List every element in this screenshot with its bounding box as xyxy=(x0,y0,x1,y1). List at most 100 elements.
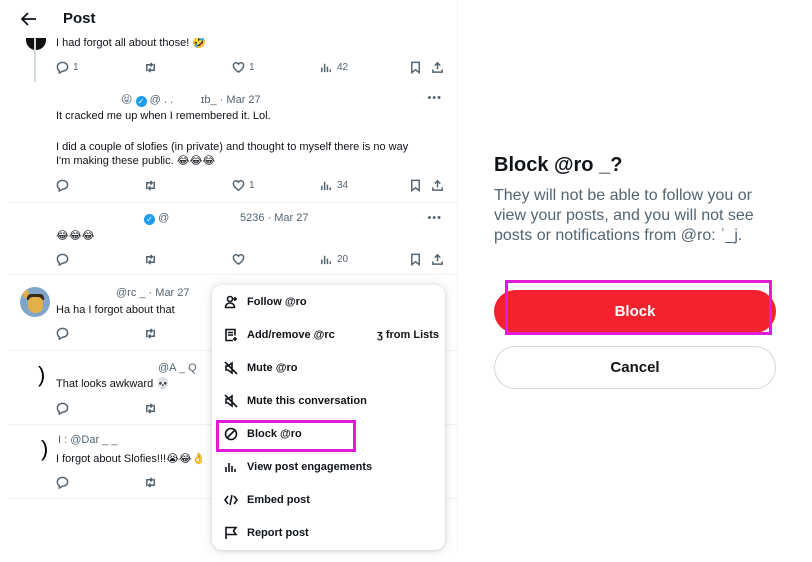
repost-button[interactable] xyxy=(144,179,157,192)
repost-button[interactable] xyxy=(144,327,157,340)
verified-badge-icon: ✓ xyxy=(144,214,155,225)
repost-icon xyxy=(146,328,155,339)
menu-item-mute-user[interactable]: Mute @ro xyxy=(212,351,445,384)
reply-icon xyxy=(56,179,69,192)
tweet-meta-date: 5236 · Mar 27 xyxy=(240,212,309,224)
repost-icon xyxy=(146,62,155,73)
repost-button[interactable] xyxy=(144,253,157,266)
emoji: 😝 xyxy=(121,93,133,106)
avatar[interactable] xyxy=(20,287,50,317)
verified-badge-icon: ✓ xyxy=(135,96,147,107)
post-options-menu: Follow @ro Add/remove @rc ʒ from Lists M… xyxy=(212,285,445,550)
views-icon xyxy=(321,181,331,191)
share-icon xyxy=(432,253,443,265)
tweet-text: 😂😂😂 xyxy=(56,229,95,242)
dialog-title: Block @ro _? xyxy=(494,154,623,176)
share-button[interactable] xyxy=(431,179,444,192)
repost-button[interactable] xyxy=(144,476,157,489)
tweet-meta: @rc _ · Mar 27 xyxy=(116,287,190,299)
reply-button[interactable] xyxy=(56,253,69,266)
share-button[interactable] xyxy=(431,61,444,74)
tweet-text: I forgot about Slofies!!!😭😂👌 xyxy=(56,453,206,465)
back-arrow-icon[interactable] xyxy=(20,11,38,27)
views-icon xyxy=(321,63,331,73)
menu-item-view-engagements[interactable]: View post engagements xyxy=(212,450,445,483)
menu-item-block[interactable]: Block @ro xyxy=(212,417,445,450)
tweet-text: Ha ha I forgot about that xyxy=(56,304,175,316)
block-icon xyxy=(224,427,238,440)
share-icon xyxy=(432,61,443,73)
tweet-text: It cracked me up when I remembered it. L… xyxy=(56,110,271,122)
bookmark-button[interactable] xyxy=(409,61,422,74)
reply-icon xyxy=(56,61,69,74)
views-button[interactable]: 34 xyxy=(320,179,348,192)
list-add-icon xyxy=(225,328,237,341)
follow-icon xyxy=(224,295,237,308)
repost-icon xyxy=(146,180,155,191)
reply-icon xyxy=(56,402,69,415)
like-button[interactable]: 1 xyxy=(232,61,255,74)
more-options-icon[interactable]: ••• xyxy=(427,92,442,104)
block-button[interactable]: Block xyxy=(494,290,776,333)
divider xyxy=(8,274,457,275)
mute-icon xyxy=(224,360,238,375)
tweet-actions: 1 1 42 xyxy=(56,61,446,75)
heart-icon xyxy=(232,180,245,192)
menu-item-embed[interactable]: Embed post xyxy=(212,483,445,516)
tweet-actions: 20 xyxy=(56,253,446,267)
flag-icon xyxy=(225,526,238,539)
tweet-text: I'm making these public. 😂😂😂 xyxy=(56,155,216,167)
bookmark-icon xyxy=(411,253,420,266)
tweet-meta: 😝 ✓ @ . . ɪb_ · Mar 27 xyxy=(121,93,261,107)
menu-item-report[interactable]: Report post xyxy=(212,516,445,549)
tweet-text: I did a couple of slofies (in private) a… xyxy=(56,141,409,153)
reply-button[interactable] xyxy=(56,179,69,192)
reply-icon xyxy=(56,327,69,340)
menu-item-follow[interactable]: Follow @ro xyxy=(212,285,445,318)
avatar[interactable]: ) xyxy=(38,362,45,388)
reply-button[interactable] xyxy=(56,402,69,415)
cancel-button[interactable]: Cancel xyxy=(494,346,776,389)
like-button[interactable]: 1 xyxy=(232,179,255,192)
repost-icon xyxy=(146,254,155,265)
reply-button[interactable]: 1 xyxy=(56,61,79,74)
bookmark-button[interactable] xyxy=(409,253,422,266)
repost-button[interactable] xyxy=(144,402,157,415)
avatar[interactable]: ) xyxy=(41,436,48,462)
views-button[interactable]: 20 xyxy=(320,253,348,266)
embed-icon xyxy=(224,494,238,505)
dialog-description: They will not be able to follow you or v… xyxy=(494,187,754,244)
menu-item-mute-conversation[interactable]: Mute this conversation xyxy=(212,384,445,417)
avatar[interactable] xyxy=(26,38,46,50)
mute-icon xyxy=(224,393,238,408)
engagements-icon xyxy=(225,462,236,472)
reply-button[interactable] xyxy=(56,327,69,340)
heart-icon xyxy=(232,254,245,266)
views-icon xyxy=(321,255,331,265)
more-options-icon[interactable]: ••• xyxy=(427,212,442,224)
reply-icon xyxy=(56,253,69,266)
reply-icon xyxy=(56,476,69,489)
menu-item-add-remove-lists[interactable]: Add/remove @rc ʒ from Lists xyxy=(212,318,445,351)
share-button[interactable] xyxy=(431,253,444,266)
bookmark-icon xyxy=(411,179,420,192)
views-button[interactable]: 42 xyxy=(320,61,348,74)
share-icon xyxy=(432,179,443,191)
heart-icon xyxy=(232,62,245,74)
tweet-actions: 1 34 xyxy=(56,179,446,193)
tweet-meta: I : @Dar _ _ xyxy=(58,434,118,446)
repost-icon xyxy=(146,477,155,488)
like-button[interactable] xyxy=(232,253,245,266)
page-title: Post xyxy=(63,10,96,27)
repost-icon xyxy=(146,403,155,414)
bookmark-icon xyxy=(411,61,420,74)
tweet-text: I had forgot all about those! 🤣 xyxy=(56,37,207,49)
divider xyxy=(8,202,457,203)
reply-button[interactable] xyxy=(56,476,69,489)
page-header: Post xyxy=(8,0,308,38)
bookmark-button[interactable] xyxy=(409,179,422,192)
repost-button[interactable] xyxy=(144,61,157,74)
tweet-text: That looks awkward 💀 xyxy=(56,378,170,390)
tweet-meta: ✓ @ xyxy=(144,212,169,225)
tweet-meta: @A _ Q xyxy=(158,362,197,374)
